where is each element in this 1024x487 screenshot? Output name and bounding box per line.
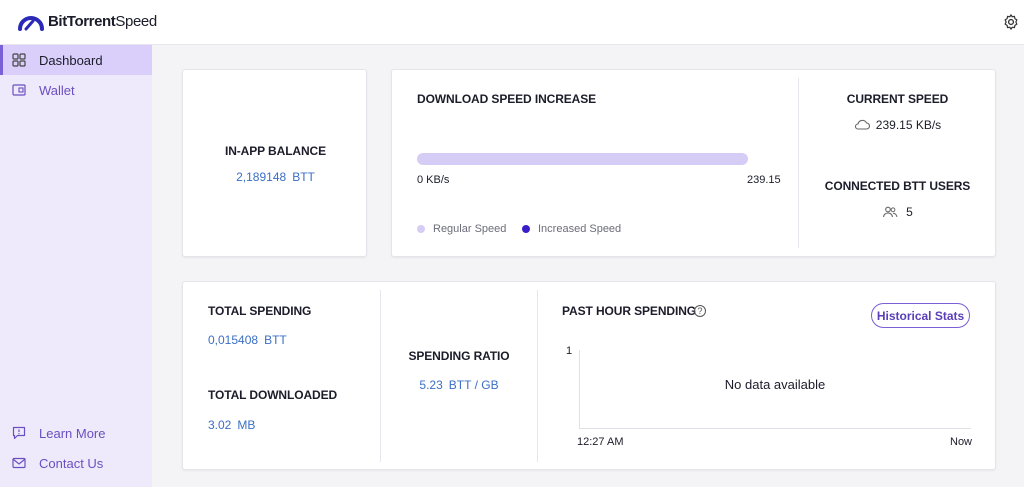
divider — [537, 290, 538, 462]
current-speed-value: 239.15 KB/s — [875, 118, 942, 132]
sidebar-item-contact-us[interactable]: Contact Us — [0, 448, 152, 478]
past-hour-title: PAST HOUR SPENDING — [562, 304, 696, 318]
legend-dot — [417, 225, 425, 233]
mail-icon — [12, 456, 26, 470]
sidebar-item-label: Contact Us — [39, 455, 104, 471]
connected-users-value: 5 — [906, 205, 913, 219]
total-spending-title: TOTAL SPENDING — [208, 304, 312, 318]
legend-label: Regular Speed — [433, 223, 507, 235]
sidebar-item-dashboard[interactable]: Dashboard — [0, 45, 152, 75]
current-speed-title: CURRENT SPEED — [846, 92, 949, 106]
gear-icon[interactable] — [1002, 13, 1020, 31]
app-header: BitTorrentSpeed — [0, 0, 1024, 45]
sidebar-item-wallet[interactable]: Wallet — [0, 75, 152, 105]
download-speed-card: DOWNLOAD SPEED INCREASE 0 KB/s 239.15 Re… — [391, 69, 996, 257]
no-data-message: No data available — [724, 377, 826, 392]
balance-value: 2,189148 BTT — [236, 170, 315, 184]
chat-icon — [12, 426, 26, 440]
legend-regular: Regular Speed — [417, 223, 506, 235]
x-start-label: 12:27 AM — [577, 436, 624, 448]
divider — [380, 290, 381, 462]
spending-ratio-value: 5.23 BTT / GB — [419, 378, 499, 392]
y-tick-label: 1 — [566, 345, 573, 357]
legend-label: Increased Speed — [538, 223, 622, 235]
sidebar-item-label: Wallet — [39, 82, 75, 98]
total-downloaded-value: 3.02 MB — [208, 418, 256, 432]
total-downloaded-title: TOTAL DOWNLOADED — [208, 388, 338, 402]
bittorrent-logo-icon — [18, 16, 44, 31]
brand-logo[interactable]: BitTorrentSpeed — [18, 12, 157, 32]
sidebar: Dashboard Wallet Learn More Contact Us — [0, 45, 152, 487]
brand-name: BitTorrentSpeed — [48, 13, 157, 30]
users-icon — [883, 206, 898, 218]
legend-dot — [522, 225, 530, 233]
total-spending-value: 0,015408 BTT — [208, 333, 287, 347]
download-speed-title: DOWNLOAD SPEED INCREASE — [417, 92, 597, 106]
cloud-download-icon — [854, 119, 870, 130]
sidebar-item-label: Learn More — [39, 425, 106, 441]
historical-stats-button[interactable]: Historical Stats — [871, 303, 970, 328]
spending-ratio-title: SPENDING RATIO — [408, 349, 510, 363]
x-end-label: Now — [950, 436, 973, 448]
grid-icon — [12, 53, 26, 67]
help-icon[interactable]: ? — [694, 305, 706, 317]
connected-users-title: CONNECTED BTT USERS — [824, 179, 971, 193]
sidebar-item-label: Dashboard — [39, 52, 103, 68]
connected-users-row: 5 — [799, 205, 996, 219]
balance-card: IN-APP BALANCE 2,189148 BTT — [182, 69, 367, 257]
x-axis — [579, 428, 971, 429]
legend-increased: Increased Speed — [522, 223, 621, 235]
current-speed-row: 239.15 KB/s — [799, 118, 996, 132]
wallet-icon — [12, 83, 26, 97]
speed-max-label: 239.15 — [747, 174, 781, 186]
sidebar-item-learn-more[interactable]: Learn More — [0, 418, 152, 448]
balance-title: IN-APP BALANCE — [224, 144, 327, 158]
speed-min-label: 0 KB/s — [417, 174, 450, 186]
speed-progress-bar — [417, 153, 748, 165]
